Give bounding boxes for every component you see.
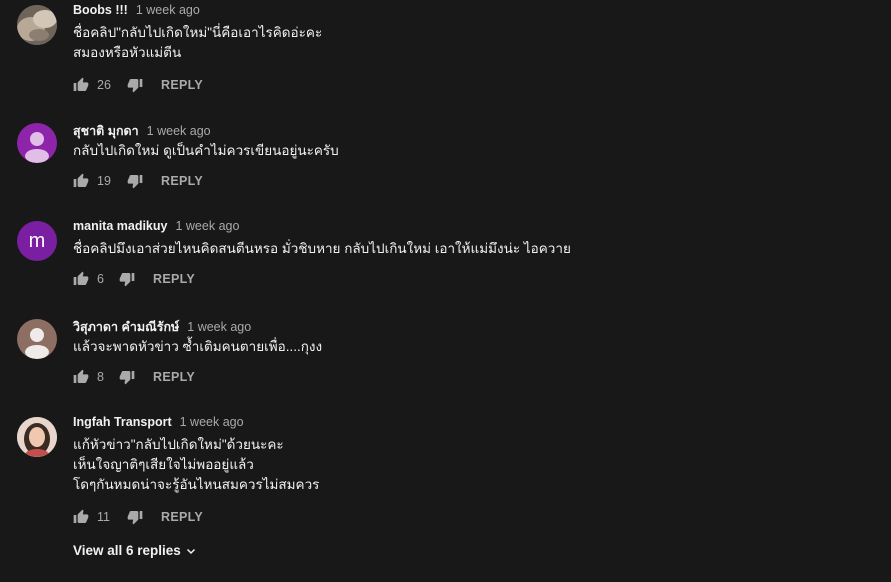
comment-body: manita madikuy 1 week ago ชื่อคลิปมึงเอา… xyxy=(73,219,571,291)
thumb-up-icon[interactable] xyxy=(73,509,89,525)
thumb-up-icon[interactable] xyxy=(73,173,89,189)
comment-text: ชื่อคลิปมึงเอาส่วยไหนคิดสนตีนหรอ มั่วชิบ… xyxy=(73,241,571,256)
comments-thread: Boobs !!! 1 week ago ชื่อคลิป"กลับไปเกิด… xyxy=(0,0,891,582)
comment-actions: 19 REPLY xyxy=(73,169,339,193)
like-count: 8 xyxy=(97,370,104,384)
comment-time[interactable]: 1 week ago xyxy=(147,124,211,138)
chevron-down-icon xyxy=(185,545,197,557)
thumb-up-icon[interactable] xyxy=(73,369,89,385)
comment: Ingfah Transport 1 week ago แก้หัวข่าว"ก… xyxy=(17,415,891,529)
thumb-down-icon[interactable] xyxy=(127,173,143,189)
comment-author[interactable]: manita madikuy xyxy=(73,219,167,233)
comment-actions: 8 REPLY xyxy=(73,365,322,389)
comment-body: Boobs !!! 1 week ago ชื่อคลิป"กลับไปเกิด… xyxy=(73,3,323,97)
avatar-photo xyxy=(17,5,57,45)
like-count: 26 xyxy=(97,78,111,92)
default-avatar-icon xyxy=(25,132,49,163)
comment-actions: 11 REPLY xyxy=(73,505,319,529)
reply-button[interactable]: REPLY xyxy=(161,510,203,524)
reply-button[interactable]: REPLY xyxy=(161,78,203,92)
thumb-up-icon[interactable] xyxy=(73,77,89,93)
comment-author[interactable]: สุชาติ มุกดา xyxy=(73,121,139,141)
like-count: 19 xyxy=(97,174,111,188)
comment-author[interactable]: Boobs !!! xyxy=(73,3,128,17)
avatar-photo xyxy=(17,417,57,457)
avatar[interactable]: m xyxy=(17,221,57,261)
comment-time[interactable]: 1 week ago xyxy=(136,3,200,17)
comment-author[interactable]: วิสุภาดา คำมณีรักษ์ xyxy=(73,317,179,337)
comment-time[interactable]: 1 week ago xyxy=(175,219,239,233)
comment-actions: 26 REPLY xyxy=(73,73,322,97)
comment-time[interactable]: 1 week ago xyxy=(187,320,251,334)
like-count: 6 xyxy=(97,272,104,286)
comment-text: แล้วจะพาดหัวข่าว ซ้ำเติมคนตายเพื่อ....กุ… xyxy=(73,339,323,354)
avatar-letter: m xyxy=(28,229,46,252)
comment-text: กลับไปเกิดใหม่ ดูเป็นคำไม่ควรเขียนอยู่นะ… xyxy=(73,143,339,158)
comment-body: สุชาติ มุกดา 1 week ago กลับไปเกิดใหม่ ด… xyxy=(73,123,339,193)
thumb-down-icon[interactable] xyxy=(127,509,143,525)
view-replies-label: View all 6 replies xyxy=(73,543,181,558)
reply-button[interactable]: REPLY xyxy=(161,174,203,188)
thumb-up-icon[interactable] xyxy=(73,271,89,287)
thumb-down-icon[interactable] xyxy=(127,77,143,93)
avatar[interactable] xyxy=(17,123,57,163)
like-count: 11 xyxy=(97,510,110,524)
comment-actions: 6 REPLY xyxy=(73,267,571,291)
avatar[interactable] xyxy=(17,5,57,45)
comment: Boobs !!! 1 week ago ชื่อคลิป"กลับไปเกิด… xyxy=(17,3,891,97)
comment: วิสุภาดา คำมณีรักษ์ 1 week ago แล้วจะพาด… xyxy=(17,319,891,389)
comment-time[interactable]: 1 week ago xyxy=(180,415,244,429)
comment-body: วิสุภาดา คำมณีรักษ์ 1 week ago แล้วจะพาด… xyxy=(73,319,322,389)
thumb-down-icon[interactable] xyxy=(119,369,135,385)
thumb-down-icon[interactable] xyxy=(119,271,135,287)
comment-text: แก้หัวข่าว"กลับไปเกิดใหม่"ด้วยนะคะ เห็นใ… xyxy=(73,437,320,492)
avatar[interactable] xyxy=(17,417,57,457)
comment-text: ชื่อคลิป"กลับไปเกิดใหม่"นี่คือเอาไรคิดอ่… xyxy=(73,25,323,60)
comment: สุชาติ มุกดา 1 week ago กลับไปเกิดใหม่ ด… xyxy=(17,123,891,193)
comment-body: Ingfah Transport 1 week ago แก้หัวข่าว"ก… xyxy=(73,415,320,529)
reply-button[interactable]: REPLY xyxy=(153,272,195,286)
comment: m manita madikuy 1 week ago ชื่อคลิปมึงเ… xyxy=(17,219,891,291)
avatar[interactable] xyxy=(17,319,57,359)
comment-author[interactable]: Ingfah Transport xyxy=(73,415,172,429)
default-avatar-icon xyxy=(25,328,49,359)
reply-button[interactable]: REPLY xyxy=(153,370,195,384)
view-replies-button[interactable]: View all 6 replies xyxy=(73,543,197,558)
